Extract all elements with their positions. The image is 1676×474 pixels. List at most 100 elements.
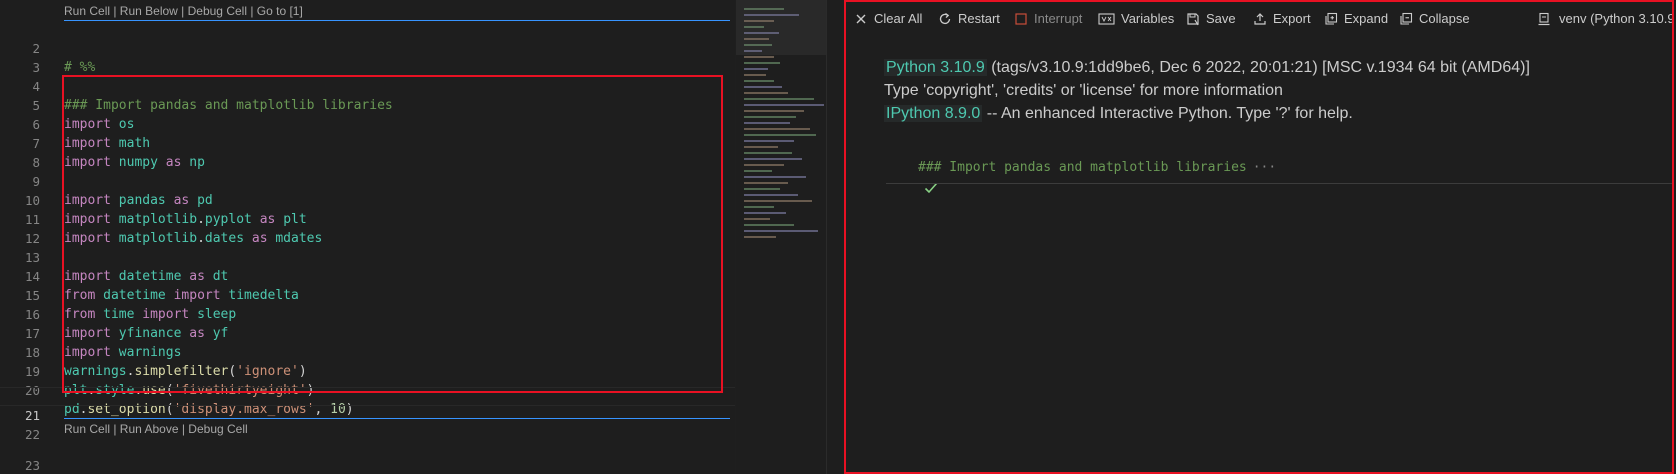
code-line[interactable]: 23 # %% — [0, 437, 735, 473]
minimap-line — [744, 206, 774, 208]
python-build-info: (tags/v3.10.9:1dd9be6, Dec 6 2022, 20:01… — [986, 59, 1530, 76]
expand-icon — [1324, 12, 1338, 26]
minimap-line — [744, 236, 776, 238]
code-line[interactable]: 14 from datetime import timedelta — [0, 248, 735, 303]
export-button[interactable]: Export — [1253, 10, 1311, 28]
save-icon — [1186, 12, 1200, 26]
minimap-line — [744, 92, 788, 94]
code-line[interactable]: 3 — [0, 39, 735, 75]
cell-divider — [886, 183, 1674, 184]
code-line[interactable]: 13 import datetime as dt — [0, 229, 735, 284]
minimap-line — [744, 224, 794, 226]
code-line[interactable]: 17 import warnings — [0, 305, 735, 360]
interactive-toolbar: Clear All Restart Interrupt Variables Sa… — [842, 0, 1676, 36]
executed-cell-text: ### Import pandas and matplotlib librari… — [918, 160, 1247, 175]
minimap-line — [744, 182, 788, 184]
minimap-line — [744, 218, 770, 220]
minimap-line — [744, 80, 774, 82]
variables-icon — [1098, 12, 1115, 26]
code-line[interactable]: 4 ### Import pandas and matplotlib libra… — [0, 58, 735, 113]
code-line[interactable]: 2 # %% — [0, 20, 735, 75]
expand-cell-ellipsis[interactable]: ··· — [1253, 158, 1276, 178]
minimap-line — [744, 104, 824, 106]
code-line[interactable]: 12 — [0, 210, 735, 246]
minimap-slider[interactable] — [736, 0, 826, 55]
code-line[interactable]: 20 pd.set_option('display.max_rows', 10) — [0, 362, 735, 417]
kernel-picker[interactable]: venv (Python 3.10.9 — [1537, 10, 1675, 28]
minimap-line — [744, 194, 798, 196]
minimap-line — [744, 110, 804, 112]
code-editor[interactable]: Run Cell | Run Below | Debug Cell | Go t… — [0, 0, 735, 474]
minimap-line — [744, 230, 818, 232]
minimap-line — [744, 86, 782, 88]
minimap-line — [744, 74, 766, 76]
minimap-line — [744, 68, 768, 70]
ipython-info: -- An enhanced Interactive Python. Type … — [982, 105, 1353, 122]
minimap-line — [744, 116, 796, 118]
restart-button[interactable]: Restart — [938, 10, 1000, 28]
restart-label: Restart — [958, 11, 1000, 26]
code-line[interactable]: 9 import pandas as pd — [0, 153, 735, 208]
collapse-label: Collapse — [1419, 11, 1470, 26]
clear-all-label: Clear All — [874, 11, 923, 26]
check-icon — [892, 160, 938, 194]
save-button[interactable]: Save — [1186, 10, 1236, 28]
minimap-line — [744, 134, 816, 136]
executed-cell[interactable]: ### Import pandas and matplotlib librari… — [892, 158, 1276, 194]
code-line[interactable]: 11 import matplotlib.dates as mdates — [0, 191, 735, 246]
interrupt-button[interactable]: Interrupt — [1014, 10, 1082, 28]
code-line[interactable]: 24 — [0, 456, 735, 474]
editor-splitter[interactable] — [826, 0, 843, 474]
code-line[interactable]: 5 import os — [0, 77, 735, 132]
collapse-button[interactable]: Collapse — [1399, 10, 1470, 28]
collapse-icon — [1399, 12, 1413, 26]
code-line[interactable]: 21 — [0, 387, 735, 423]
cell-codelens-bottom[interactable]: Run Cell | Run Above | Debug Cell — [64, 421, 248, 437]
minimap-line — [744, 176, 806, 178]
minimap-line — [744, 158, 802, 160]
kernel-banner-line-1: Python 3.10.9 (tags/v3.10.9:1dd9be6, Dec… — [884, 56, 1530, 80]
code-line[interactable]: 18 warnings.simplefilter('ignore') — [0, 324, 735, 379]
export-label: Export — [1273, 11, 1311, 26]
minimap-line — [744, 122, 790, 124]
ipython-version: IPython 8.9.0 — [884, 105, 983, 122]
minimap-line — [744, 152, 792, 154]
export-icon — [1253, 12, 1267, 26]
minimap-line — [744, 140, 794, 142]
variables-label: Variables — [1121, 11, 1175, 26]
minimap-line — [744, 128, 810, 130]
restart-icon — [938, 12, 952, 26]
minimap-line — [744, 98, 814, 100]
clear-all-button[interactable]: Clear All — [854, 10, 922, 28]
code-line[interactable]: 10 import matplotlib.pyplot as plt — [0, 172, 735, 227]
minimap-line — [744, 164, 784, 166]
minimap-line — [744, 146, 778, 148]
code-line[interactable]: 15 from time import sleep — [0, 267, 735, 322]
code-line[interactable]: 7 import numpy as np — [0, 115, 735, 170]
cell-codelens-top[interactable]: Run Cell | Run Below | Debug Cell | Go t… — [64, 3, 303, 19]
kernel-banner-line-3: IPython 8.9.0 -- An enhanced Interactive… — [884, 102, 1353, 126]
stop-icon — [1014, 12, 1028, 26]
kernel-banner-line-2: Type 'copyright', 'credits' or 'license'… — [884, 82, 1283, 99]
kernel-label: venv (Python 3.10.9 — [1559, 11, 1675, 26]
interrupt-label: Interrupt — [1034, 11, 1083, 26]
variables-button[interactable]: Variables — [1098, 10, 1174, 28]
code-line[interactable]: 8 — [0, 134, 735, 170]
close-icon — [854, 12, 868, 26]
code-line[interactable]: 6 import math — [0, 96, 735, 151]
code-line[interactable]: 16 import yfinance as yf — [0, 286, 735, 341]
minimap-line — [744, 56, 774, 58]
kernel-icon — [1537, 12, 1551, 26]
python-version: Python 3.10.9 — [884, 59, 987, 76]
minimap-line — [744, 200, 812, 202]
minimap-line — [744, 212, 786, 214]
save-label: Save — [1206, 11, 1236, 26]
code-line[interactable]: 19 plt.style.use('fivethirtyeight') — [0, 343, 735, 398]
minimap-line — [744, 170, 772, 172]
minimap[interactable] — [736, 0, 826, 474]
expand-label: Expand — [1344, 11, 1389, 26]
cell-top-border — [64, 418, 730, 419]
minimap-line — [744, 188, 780, 190]
expand-button[interactable]: Expand — [1324, 10, 1388, 28]
minimap-line — [744, 62, 780, 64]
